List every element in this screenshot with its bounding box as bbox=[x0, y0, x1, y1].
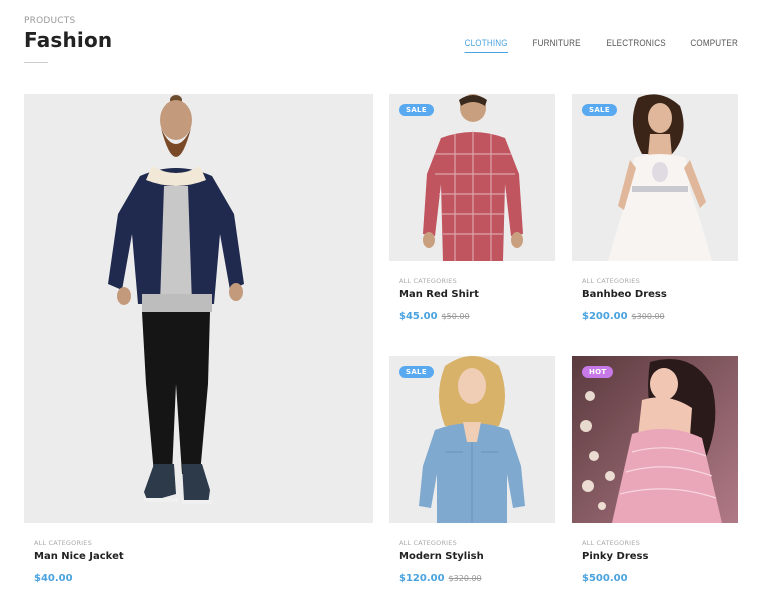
tab-electronics[interactable]: ELECTRONICS bbox=[607, 38, 666, 49]
section-header: PRODUCTS Fashion bbox=[24, 16, 112, 63]
product-image[interactable]: SALE bbox=[389, 94, 555, 261]
product-meta: ALL CATEGORIES Modern Stylish $120.00 $32… bbox=[399, 539, 484, 585]
product-name[interactable]: Pinky Dress bbox=[582, 551, 648, 562]
product-image[interactable] bbox=[24, 94, 373, 523]
denim-shirt-illustration bbox=[389, 356, 555, 523]
product-card-man-red-shirt[interactable]: SALE ALL CATEGORIES Man Red Shirt $45.00… bbox=[389, 94, 555, 324]
product-category[interactable]: ALL CATEGORIES bbox=[399, 539, 484, 547]
product-prices: $45.00 $50.00 bbox=[399, 304, 479, 323]
product-category[interactable]: ALL CATEGORIES bbox=[399, 277, 479, 285]
product-name[interactable]: Man Nice Jacket bbox=[34, 551, 124, 562]
product-card-man-nice-jacket[interactable]: ALL CATEGORIES Man Nice Jacket $40.00 bbox=[24, 94, 373, 584]
tab-computer[interactable]: COMPUTER bbox=[690, 38, 738, 49]
page-title: Fashion bbox=[24, 28, 113, 52]
pinky-dress-illustration bbox=[572, 356, 738, 523]
white-dress-illustration bbox=[572, 94, 738, 261]
category-tabs: CLOTHING FURNITURE ELECTRONICS COMPUTER bbox=[457, 38, 738, 53]
product-old-price: $300.00 bbox=[631, 312, 665, 321]
product-image[interactable]: HOT bbox=[572, 356, 738, 523]
product-category[interactable]: ALL CATEGORIES bbox=[34, 539, 124, 547]
man-jacket-illustration bbox=[24, 94, 373, 523]
product-price: $40.00 bbox=[34, 573, 73, 584]
product-prices: $500.00 bbox=[582, 566, 648, 585]
product-prices: $40.00 bbox=[34, 566, 124, 585]
title-divider bbox=[24, 62, 48, 63]
product-category[interactable]: ALL CATEGORIES bbox=[582, 277, 667, 285]
product-meta: ALL CATEGORIES Man Red Shirt $45.00 $50.0… bbox=[399, 277, 479, 323]
product-price: $500.00 bbox=[582, 573, 628, 584]
sale-badge: SALE bbox=[399, 366, 434, 378]
tab-clothing[interactable]: CLOTHING bbox=[464, 38, 507, 53]
product-name[interactable]: Man Red Shirt bbox=[399, 289, 479, 300]
tab-furniture[interactable]: FURNITURE bbox=[532, 38, 580, 49]
product-old-price: $50.00 bbox=[441, 312, 470, 321]
product-prices: $120.00 $320.00 bbox=[399, 566, 484, 585]
product-price: $200.00 bbox=[582, 311, 628, 322]
product-meta: ALL CATEGORIES Banhbeo Dress $200.00 $300… bbox=[582, 277, 667, 323]
product-category[interactable]: ALL CATEGORIES bbox=[582, 539, 648, 547]
sale-badge: SALE bbox=[399, 104, 434, 116]
section-eyebrow: PRODUCTS bbox=[24, 16, 76, 26]
product-price: $45.00 bbox=[399, 311, 438, 322]
product-image[interactable]: SALE bbox=[389, 356, 555, 523]
product-meta: ALL CATEGORIES Man Nice Jacket $40.00 bbox=[34, 539, 124, 585]
product-meta: ALL CATEGORIES Pinky Dress $500.00 bbox=[582, 539, 648, 585]
product-card-pinky-dress[interactable]: HOT ALL CATEGORIES Pinky Dress $500.00 bbox=[572, 356, 738, 586]
product-card-banhbeo-dress[interactable]: SALE ALL CATEGORIES Banhbeo Dress $200.0… bbox=[572, 94, 738, 324]
hot-badge: HOT bbox=[582, 366, 614, 378]
product-name[interactable]: Modern Stylish bbox=[399, 551, 484, 562]
product-card-modern-stylish[interactable]: SALE ALL CATEGORIES Modern Stylish $120.… bbox=[389, 356, 555, 586]
product-old-price: $320.00 bbox=[448, 574, 482, 583]
product-price: $120.00 bbox=[399, 573, 445, 584]
man-red-shirt-illustration bbox=[389, 94, 555, 261]
product-image[interactable]: SALE bbox=[572, 94, 738, 261]
sale-badge: SALE bbox=[582, 104, 617, 116]
product-prices: $200.00 $300.00 bbox=[582, 304, 667, 323]
product-name[interactable]: Banhbeo Dress bbox=[582, 289, 667, 300]
